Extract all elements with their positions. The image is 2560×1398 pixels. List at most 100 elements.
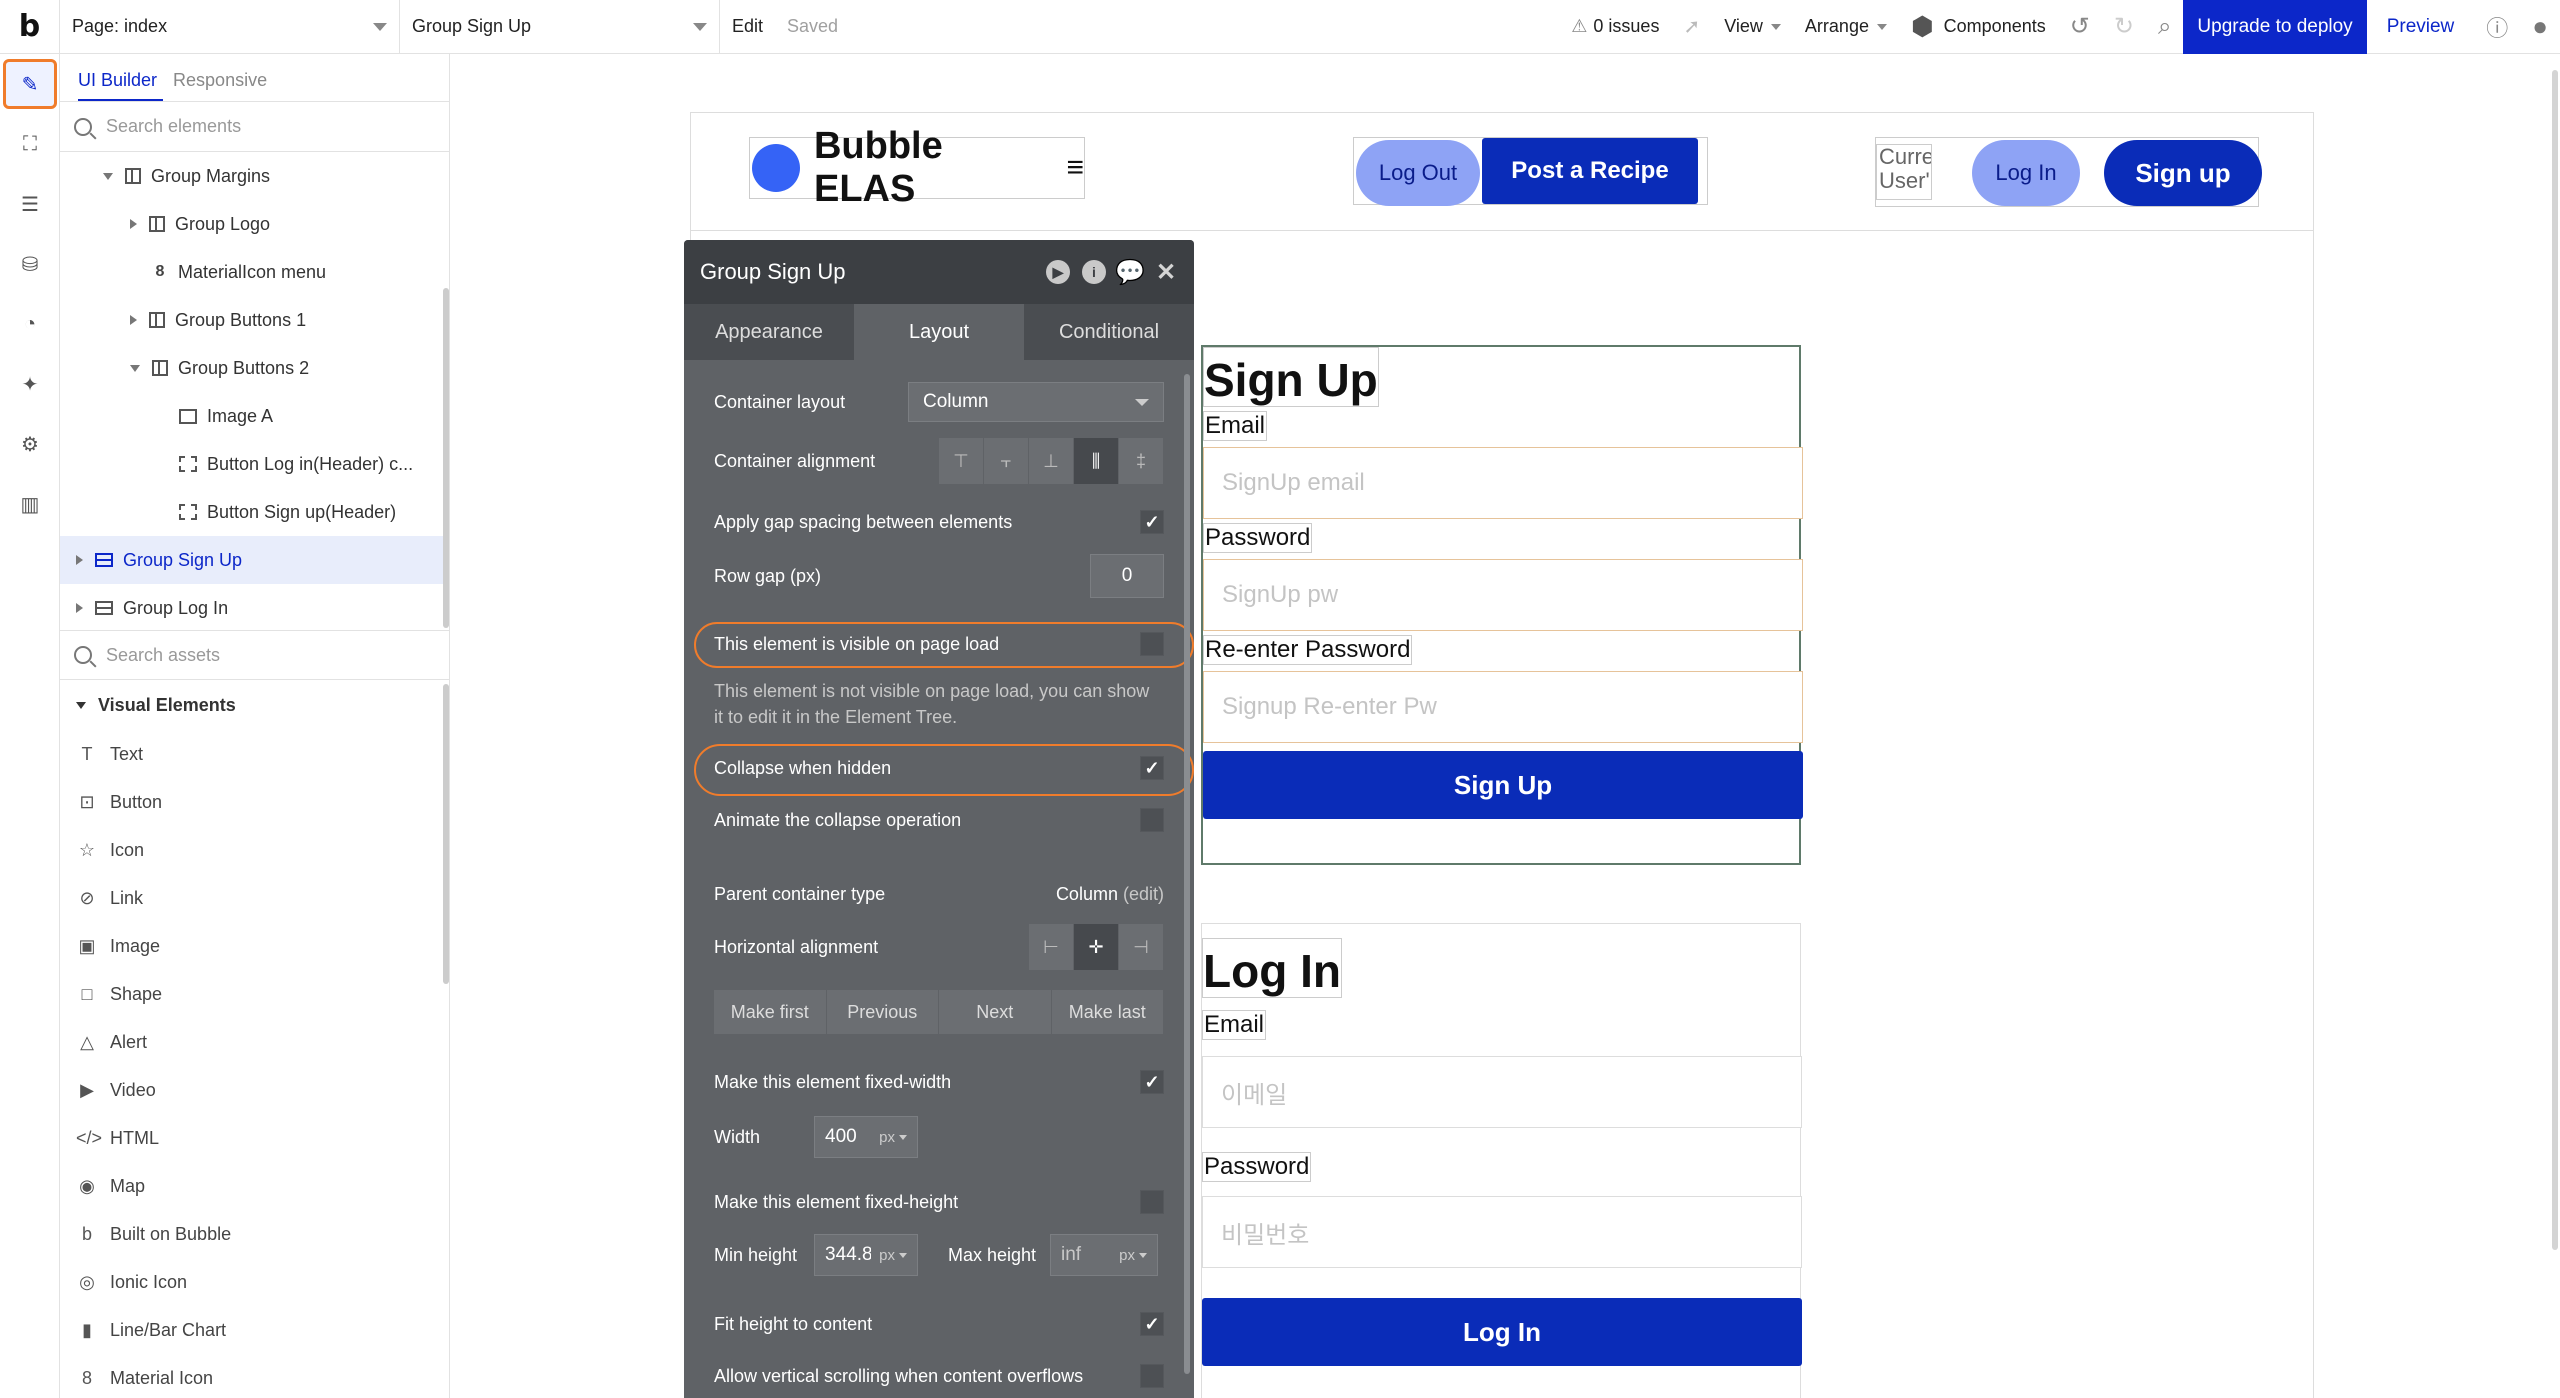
chevron-right-icon[interactable]: [130, 219, 137, 229]
editor-scrollbar[interactable]: [1184, 374, 1190, 1374]
group-logo[interactable]: Bubble ELAS ≡: [749, 125, 1085, 210]
previous-button[interactable]: Previous: [827, 990, 939, 1034]
tree-item[interactable]: 8 MaterialIcon menu: [60, 248, 449, 296]
visual-element-item[interactable]: ▣ Image: [60, 922, 449, 970]
login-password-input[interactable]: 비밀번호: [1202, 1196, 1802, 1268]
align-stretch-icon[interactable]: ⫼: [1074, 438, 1119, 484]
visual-element-item[interactable]: □ Shape: [60, 970, 449, 1018]
login-email-input[interactable]: 이메일: [1202, 1056, 1802, 1128]
signup-email-input[interactable]: SignUp email: [1203, 447, 1803, 519]
search-elements[interactable]: Search elements: [60, 102, 449, 152]
chevron-down-icon[interactable]: [103, 172, 113, 180]
canvas-scrollbar[interactable]: [2552, 70, 2558, 1250]
tree-item[interactable]: Button Log in(Header) c...: [60, 440, 449, 488]
cursor-icon[interactable]: ➚: [1671, 0, 1712, 54]
visual-element-item[interactable]: ⊘ Link: [60, 874, 449, 922]
menu-icon[interactable]: ≡: [1066, 151, 1084, 185]
parent-type-edit-link[interactable]: (edit): [1123, 884, 1164, 904]
align-bottom-icon[interactable]: ⊥: [1029, 438, 1074, 484]
signup-password-input[interactable]: SignUp pw: [1203, 559, 1803, 631]
rail-database[interactable]: ⛁: [0, 234, 60, 294]
tree-item[interactable]: Group Buttons 2: [60, 344, 449, 392]
tree-item[interactable]: Button Sign up(Header): [60, 488, 449, 536]
make-last-button[interactable]: Make last: [1052, 990, 1164, 1034]
close-icon[interactable]: ✕: [1154, 259, 1178, 286]
components-button[interactable]: Components: [1940, 0, 2058, 54]
element-select[interactable]: Group Sign Up: [400, 0, 720, 54]
align-left-icon[interactable]: ⊢: [1029, 924, 1074, 970]
gap-checkbox[interactable]: ✓: [1140, 510, 1164, 534]
visual-element-item[interactable]: b Built on Bubble: [60, 1210, 449, 1258]
rail-settings[interactable]: ⚙: [0, 414, 60, 474]
assets-scrollbar[interactable]: [443, 684, 449, 984]
login-submit-button[interactable]: Log In: [1202, 1298, 1802, 1366]
rail-plugins[interactable]: ✦: [0, 354, 60, 414]
chevron-right-icon[interactable]: [130, 315, 137, 325]
play-icon[interactable]: ▶: [1046, 260, 1070, 284]
width-input[interactable]: 400 px: [814, 1116, 918, 1158]
visible-checkbox[interactable]: [1140, 632, 1164, 656]
tab-responsive[interactable]: Responsive: [173, 70, 273, 101]
comment-icon[interactable]: 💬: [1115, 259, 1145, 286]
header-login-button[interactable]: Log In: [1972, 140, 2080, 206]
search-icon[interactable]: ⌕: [2146, 0, 2183, 54]
visual-element-item[interactable]: ☆ Icon: [60, 826, 449, 874]
visual-elements-header[interactable]: Visual Elements: [60, 680, 449, 730]
account-icon[interactable]: ●: [2520, 0, 2560, 54]
min-height-input[interactable]: 344.8 px: [814, 1234, 918, 1276]
align-right-icon[interactable]: ⊣: [1119, 924, 1164, 970]
chevron-right-icon[interactable]: [76, 555, 83, 565]
align-middle-icon[interactable]: ⫟: [984, 438, 1029, 484]
rail-logs[interactable]: ▥: [0, 474, 60, 534]
visual-element-item[interactable]: T Text: [60, 730, 449, 778]
next-button[interactable]: Next: [939, 990, 1052, 1034]
issues-button[interactable]: 0 issues: [1593, 0, 1671, 54]
rail-data[interactable]: ☰: [0, 174, 60, 234]
chevron-right-icon[interactable]: [76, 603, 83, 613]
max-height-input[interactable]: inf px: [1050, 1234, 1158, 1276]
upgrade-button[interactable]: Upgrade to deploy: [2183, 0, 2367, 54]
animate-checkbox[interactable]: [1140, 808, 1164, 832]
align-top-icon[interactable]: ⊤: [939, 438, 984, 484]
visual-element-item[interactable]: ◎ Ionic Icon: [60, 1258, 449, 1306]
rail-design[interactable]: ✎: [0, 54, 60, 114]
visual-element-item[interactable]: ◉ Map: [60, 1162, 449, 1210]
logout-button[interactable]: Log Out: [1356, 140, 1480, 206]
info-icon[interactable]: i: [1082, 260, 1106, 284]
header-signup-button[interactable]: Sign up: [2104, 140, 2262, 206]
search-assets[interactable]: Search assets: [60, 630, 449, 680]
view-menu[interactable]: View: [1712, 0, 1793, 54]
chevron-down-icon[interactable]: [130, 364, 140, 372]
row-gap-input[interactable]: 0: [1090, 554, 1164, 598]
redo-icon[interactable]: ↻: [2102, 0, 2146, 54]
preview-button[interactable]: Preview: [2367, 0, 2475, 54]
tab-conditional[interactable]: Conditional: [1024, 304, 1194, 360]
tree-item[interactable]: Group Sign Up: [60, 536, 449, 584]
tree-scrollbar[interactable]: [443, 288, 449, 628]
edit-menu[interactable]: Edit: [720, 0, 775, 54]
group-sign-up[interactable]: Sign Up Email SignUp email Password Sign…: [1201, 345, 1803, 865]
signup-reenter-input[interactable]: Signup Re-enter Pw: [1203, 671, 1803, 743]
group-log-in[interactable]: Log In Email 이메일 Password 비밀번호 Log In: [1201, 923, 1802, 1398]
visual-element-item[interactable]: ⊡ Button: [60, 778, 449, 826]
signup-submit-button[interactable]: Sign Up: [1203, 751, 1803, 819]
tab-layout[interactable]: Layout: [854, 304, 1024, 360]
help-icon[interactable]: ⓘ: [2474, 0, 2520, 54]
visual-element-item[interactable]: ▮ Line/Bar Chart: [60, 1306, 449, 1354]
min-height-unit[interactable]: px: [879, 1247, 907, 1264]
make-first-button[interactable]: Make first: [714, 990, 827, 1034]
bubble-logo[interactable]: b: [0, 0, 60, 54]
arrange-menu[interactable]: Arrange: [1793, 0, 1899, 54]
tree-item[interactable]: Group Log In: [60, 584, 449, 632]
post-recipe-button[interactable]: Post a Recipe: [1482, 138, 1698, 204]
rail-workflow[interactable]: ⛶: [0, 114, 60, 174]
tree-item[interactable]: Group Buttons 1: [60, 296, 449, 344]
align-distribute-icon[interactable]: ‡: [1119, 438, 1164, 484]
tree-item[interactable]: Group Logo: [60, 200, 449, 248]
visual-element-item[interactable]: 8 Material Icon: [60, 1354, 449, 1398]
fixed-height-checkbox[interactable]: [1140, 1190, 1164, 1214]
width-unit[interactable]: px: [879, 1129, 907, 1146]
max-height-unit[interactable]: px: [1119, 1247, 1147, 1264]
visual-element-item[interactable]: △ Alert: [60, 1018, 449, 1066]
tree-item[interactable]: Group Margins: [60, 152, 449, 200]
